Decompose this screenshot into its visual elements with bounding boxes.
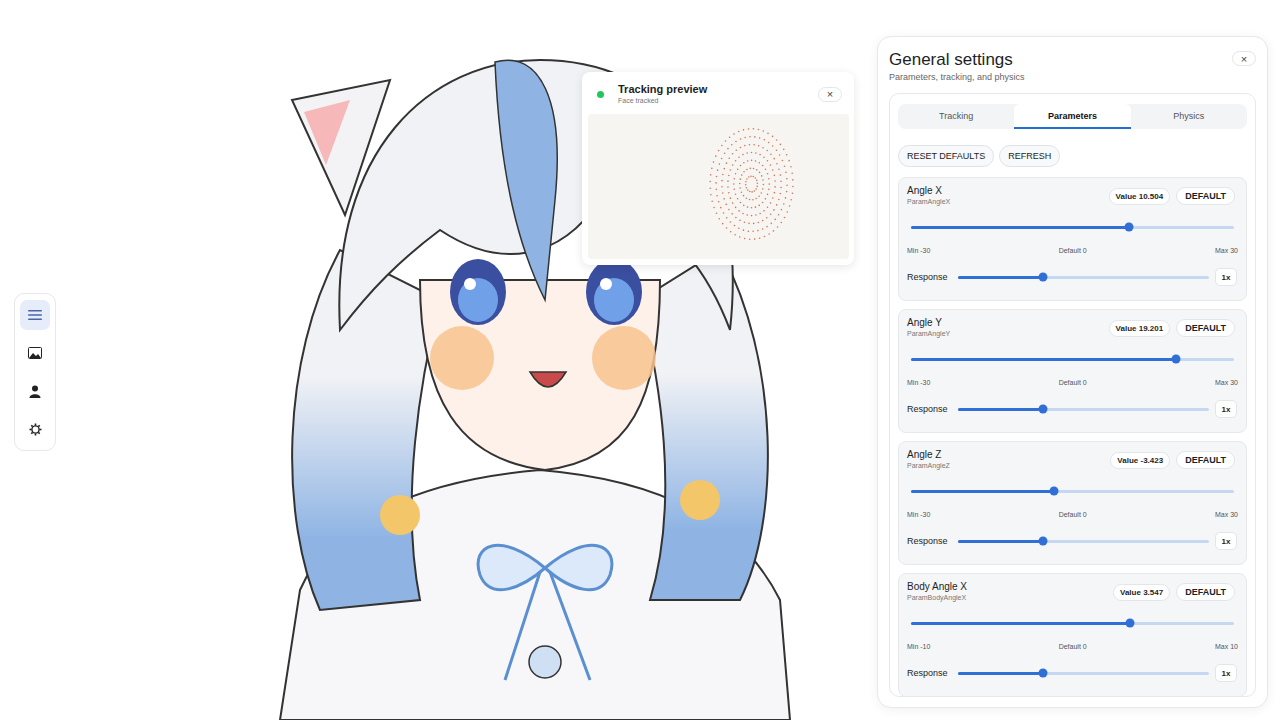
- response-button[interactable]: 1x: [1215, 664, 1237, 682]
- parameter-name: Angle Z: [907, 449, 1104, 461]
- max-label: Max 30: [1215, 246, 1238, 256]
- parameter-name: Body Angle X: [907, 581, 1107, 593]
- response-label: Response: [907, 272, 952, 282]
- response-row: Response 1x: [907, 662, 1238, 684]
- value-pill: Value -3.423: [1110, 452, 1170, 469]
- range-labels: Min -10 Default 0 Max 10: [907, 642, 1238, 652]
- parameter-id: ParamAngleY: [907, 329, 1103, 339]
- default-button[interactable]: DEFAULT: [1176, 319, 1235, 337]
- value-slider[interactable]: [911, 483, 1234, 499]
- response-label: Response: [907, 536, 952, 546]
- default-label: Default 0: [1059, 378, 1087, 388]
- tab[interactable]: Tracking: [898, 104, 1014, 129]
- panel-title: General settings: [889, 49, 1025, 71]
- response-slider[interactable]: [958, 533, 1209, 549]
- value-slider[interactable]: [911, 615, 1234, 631]
- response-row: Response 1x: [907, 266, 1238, 288]
- status-dot: [597, 91, 604, 98]
- range-labels: Min -30 Default 0 Max 30: [907, 510, 1238, 520]
- response-button[interactable]: 1x: [1215, 400, 1237, 418]
- default-label: Default 0: [1059, 510, 1087, 520]
- default-label: Default 0: [1059, 246, 1087, 256]
- parameter-card: Angle ZParamAngleZ Value -3.423 DEFAULT Min…: [898, 441, 1247, 565]
- max-label: Max 30: [1215, 378, 1238, 388]
- settings-panel: General settingsParameters, tracking, an…: [877, 36, 1268, 708]
- person-icon: [29, 385, 41, 398]
- range-labels: Min -30 Default 0 Max 30: [907, 246, 1238, 256]
- response-button[interactable]: 1x: [1215, 268, 1237, 286]
- image-icon: [28, 347, 42, 359]
- action-row: RESET DEFAULTSREFRESH: [898, 145, 1247, 167]
- close-button[interactable]: ×: [1232, 51, 1256, 66]
- default-button[interactable]: DEFAULT: [1176, 187, 1235, 205]
- min-label: Min -10: [907, 642, 930, 652]
- person-button[interactable]: [20, 376, 50, 406]
- value-pill: Value 19.201: [1109, 320, 1171, 337]
- menu-button[interactable]: [20, 300, 50, 330]
- min-label: Min -30: [907, 246, 930, 256]
- value-pill: Value 10.504: [1109, 188, 1171, 205]
- close-button[interactable]: ×: [818, 87, 842, 102]
- response-label: Response: [907, 404, 952, 414]
- default-button[interactable]: DEFAULT: [1176, 583, 1235, 601]
- min-label: Min -30: [907, 378, 930, 388]
- response-slider[interactable]: [958, 269, 1209, 285]
- min-label: Min -30: [907, 510, 930, 520]
- tab[interactable]: Parameters: [1014, 104, 1130, 129]
- response-row: Response 1x: [907, 530, 1238, 552]
- image-button[interactable]: [20, 338, 50, 368]
- default-button[interactable]: DEFAULT: [1176, 451, 1235, 469]
- value-pill: Value 3.547: [1113, 584, 1170, 601]
- face-mesh-preview: [588, 114, 849, 259]
- parameter-list: Angle XParamAngleX Value 10.504 DEFAULT Min…: [898, 177, 1247, 697]
- tab-bar: TrackingParametersPhysics: [898, 104, 1247, 129]
- parameter-id: ParamBodyAngleX: [907, 593, 1107, 603]
- parameter-id: ParamAngleZ: [907, 461, 1104, 471]
- menu-icon: [28, 309, 42, 321]
- range-labels: Min -30 Default 0 Max 30: [907, 378, 1238, 388]
- parameter-name: Angle Y: [907, 317, 1103, 329]
- panel-subtitle: Parameters, tracking, and physics: [889, 71, 1025, 83]
- gear-button[interactable]: [20, 414, 50, 444]
- max-label: Max 10: [1215, 642, 1238, 652]
- max-label: Max 30: [1215, 510, 1238, 520]
- tracking-preview: Tracking previewFace tracked ×: [582, 72, 854, 265]
- value-slider[interactable]: [911, 219, 1234, 235]
- response-button[interactable]: 1x: [1215, 532, 1237, 550]
- response-slider[interactable]: [958, 665, 1209, 681]
- action-button[interactable]: RESET DEFAULTS: [898, 145, 994, 167]
- parameter-card: Angle YParamAngleY Value 19.201 DEFAULT Min…: [898, 309, 1247, 433]
- tab[interactable]: Physics: [1131, 104, 1247, 129]
- parameter-id: ParamAngleX: [907, 197, 1103, 207]
- default-label: Default 0: [1059, 642, 1087, 652]
- parameter-card: Body Angle XParamBodyAngleX Value 3.547 DE…: [898, 573, 1247, 697]
- response-row: Response 1x: [907, 398, 1238, 420]
- value-slider[interactable]: [911, 351, 1234, 367]
- screen: Tracking previewFace tracked×General set…: [0, 0, 1280, 720]
- settings-body: TrackingParametersPhysicsRESET DEFAULTSR…: [889, 93, 1256, 697]
- action-button[interactable]: REFRESH: [999, 145, 1060, 167]
- gear-icon: [29, 423, 42, 436]
- tracking-title: Tracking preview: [618, 82, 804, 96]
- parameter-card: Angle XParamAngleX Value 10.504 DEFAULT Min…: [898, 177, 1247, 301]
- tracking-status: Face tracked: [618, 96, 804, 106]
- response-label: Response: [907, 668, 952, 678]
- toolbar: [14, 293, 56, 451]
- parameter-name: Angle X: [907, 185, 1103, 197]
- response-slider[interactable]: [958, 401, 1209, 417]
